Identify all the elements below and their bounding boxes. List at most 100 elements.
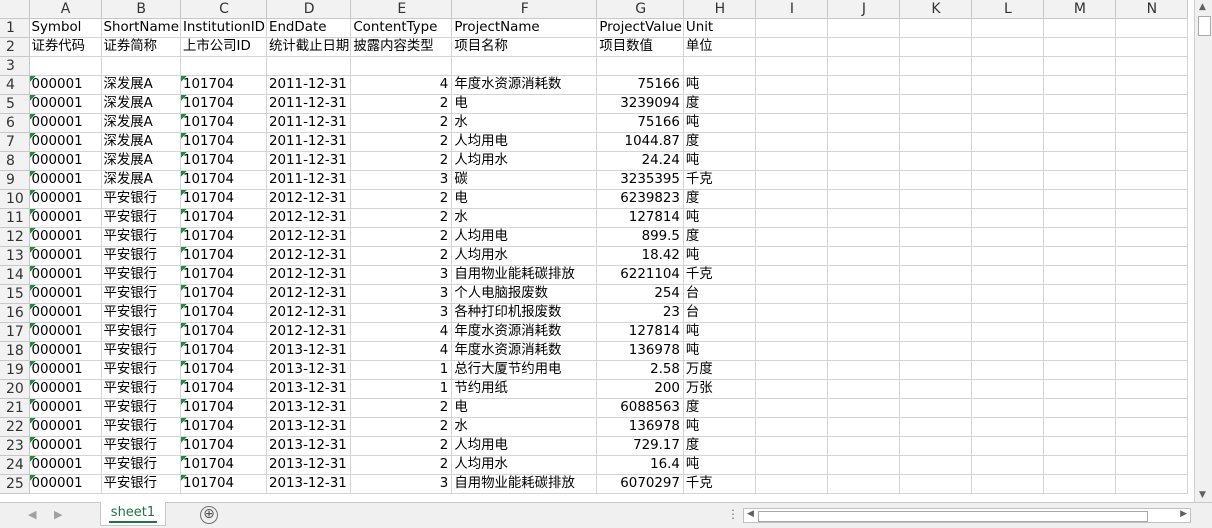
next-sheet-icon[interactable]: ▶ [54,508,62,521]
cell[interactable]: 平安银行 [101,284,181,304]
cell[interactable] [1115,75,1188,95]
cell[interactable]: 深发展A [101,94,181,114]
row-header[interactable]: 23 [0,436,30,456]
cell[interactable]: 人均用电 [451,436,598,456]
cell[interactable] [1043,303,1116,323]
column-header[interactable]: E [350,0,453,19]
cell[interactable] [899,379,972,399]
cell[interactable] [683,56,756,76]
cell[interactable] [1115,398,1188,418]
cell[interactable]: 2011-12-31 [266,170,352,190]
column-header[interactable]: N [1115,0,1188,19]
cell[interactable]: 深发展A [101,170,181,190]
row-header[interactable]: 15 [0,284,30,304]
cell[interactable] [451,56,598,76]
cell[interactable] [899,151,972,171]
cell[interactable] [1043,208,1116,228]
cell[interactable] [827,132,900,152]
cell[interactable] [1043,341,1116,361]
cell[interactable]: 人均用水 [451,246,598,266]
cell[interactable]: 2 [350,455,453,475]
cell[interactable] [755,284,828,304]
cell[interactable] [827,360,900,380]
cell[interactable] [1115,208,1188,228]
cell[interactable] [971,455,1044,475]
cell[interactable] [827,37,900,57]
cell[interactable] [1115,189,1188,209]
cell[interactable]: 吨 [683,341,756,361]
cell[interactable] [827,170,900,190]
cell[interactable]: 深发展A [101,75,181,95]
cell[interactable] [899,303,972,323]
cell[interactable] [899,208,972,228]
cell[interactable] [755,75,828,95]
cell[interactable]: ProjectValue [596,18,684,38]
cell[interactable]: 4 [350,341,453,361]
cell[interactable] [899,75,972,95]
scroll-down-icon[interactable]: ▼ [1199,490,1206,500]
cell[interactable]: 人均用电 [451,132,598,152]
column-header[interactable]: H [683,0,756,19]
cell[interactable] [1043,322,1116,342]
cell[interactable]: 证券简称 [101,37,181,57]
cell[interactable]: 平安银行 [101,208,181,228]
cell[interactable]: 3239094 [596,94,684,114]
column-header[interactable]: G [596,0,684,19]
cell[interactable]: 平安银行 [101,455,181,475]
cell[interactable]: 23 [596,303,684,323]
cell[interactable]: 万张 [683,379,756,399]
sheet-tab[interactable]: sheet1 [100,502,166,526]
column-header[interactable]: I [755,0,828,19]
cell[interactable]: 度 [683,436,756,456]
cell[interactable] [899,246,972,266]
cell[interactable] [1115,303,1188,323]
cell[interactable]: 18.42 [596,246,684,266]
row-header[interactable]: 22 [0,417,30,437]
cell[interactable] [755,265,828,285]
row-header[interactable]: 12 [0,227,30,247]
cell[interactable] [971,341,1044,361]
cell[interactable] [1115,284,1188,304]
cell[interactable] [1115,379,1188,399]
cell[interactable]: 2 [350,151,453,171]
cell[interactable] [1115,246,1188,266]
cell[interactable]: 平安银行 [101,303,181,323]
cell[interactable] [1115,341,1188,361]
cell[interactable]: 000001 [29,360,102,380]
cell[interactable] [1115,436,1188,456]
cell[interactable] [755,18,828,38]
cell[interactable] [899,132,972,152]
cell[interactable] [971,94,1044,114]
row-header[interactable]: 4 [0,75,30,95]
cell[interactable] [755,170,828,190]
cell[interactable] [899,474,972,494]
cell[interactable] [971,379,1044,399]
row-header[interactable]: 5 [0,94,30,114]
cell[interactable] [755,208,828,228]
cell[interactable]: 深发展A [101,151,181,171]
cell[interactable]: 2 [350,246,453,266]
cell[interactable]: 2012-12-31 [266,303,352,323]
cell[interactable] [827,113,900,133]
cell[interactable]: 2013-12-31 [266,360,352,380]
cell[interactable]: 平安银行 [101,436,181,456]
cell[interactable] [1043,94,1116,114]
cell[interactable]: 度 [683,398,756,418]
column-header[interactable]: C [180,0,267,19]
cell[interactable]: 4 [350,75,453,95]
cell[interactable]: 101704 [180,455,267,475]
cell[interactable] [899,18,972,38]
cell[interactable]: 000001 [29,341,102,361]
cell[interactable] [1115,18,1188,38]
spreadsheet-grid[interactable]: A B C D E F G H I J K L M N 1 Symbol Sho… [0,0,1188,494]
cell[interactable]: 3 [350,303,453,323]
cell[interactable]: 1 [350,379,453,399]
cell[interactable] [755,303,828,323]
cell[interactable] [180,56,267,76]
cell[interactable]: 2011-12-31 [266,132,352,152]
row-header[interactable]: 16 [0,303,30,323]
cell[interactable] [1043,113,1116,133]
row-header[interactable]: 17 [0,322,30,342]
cell[interactable]: 200 [596,379,684,399]
cell[interactable] [755,151,828,171]
